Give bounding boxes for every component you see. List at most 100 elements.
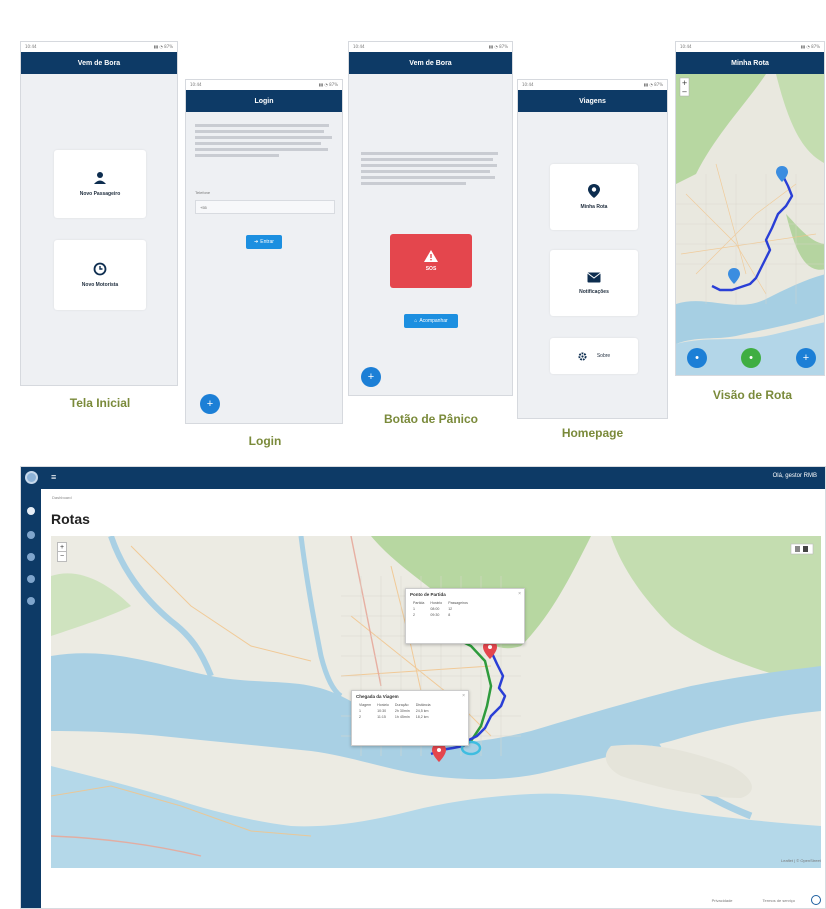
sidebar-item-3-icon[interactable]	[27, 575, 35, 583]
about-card[interactable]: Sobre	[550, 338, 638, 374]
web-dashboard: ≡ Olá, gestor RMB Dashboard Rotas Leafle…	[20, 466, 826, 909]
svg-text:−: −	[682, 88, 688, 96]
login-screen: 10:44 ▮▮ ◔ 87% Login Telefone +55 ➔ Entrar…	[185, 79, 343, 424]
route-right-fab[interactable]: +	[796, 348, 816, 368]
panic-screen: 10:44 ▮▮ ◔ 87% Vem de Bora SOS ⌂ Acompanha…	[348, 41, 513, 396]
login-fab-button[interactable]: +	[200, 394, 220, 414]
routes-map[interactable]: Leaflet | © OpenStreetMap + − Ponto de P…	[51, 536, 821, 868]
panic-caption: Botão de Pânico	[383, 412, 478, 426]
play-icon: •	[749, 352, 753, 364]
phone-input-value: +55	[200, 205, 207, 210]
table-cell: 1h 45min	[394, 715, 410, 719]
page-title: Rotas	[51, 511, 90, 527]
table-cell: 2	[359, 715, 361, 719]
status-bar: 10:44 ▮▮ ◔ 87%	[21, 42, 177, 52]
dashboard-footer: Privacidade Termos de serviço	[712, 898, 795, 903]
about-label: Sobre	[596, 353, 611, 359]
sidebar-item-2-icon[interactable]	[27, 553, 35, 561]
login-button-label: Entrar	[260, 239, 274, 245]
sos-label: SOS	[425, 266, 437, 272]
table-row: 2 09:30 8	[410, 612, 471, 618]
table-cell: 09:30	[430, 613, 440, 617]
panic-app-bar: Vem de Bora	[349, 52, 512, 74]
table-cell: 18,2 km	[415, 715, 429, 719]
login-icon: ➔	[254, 239, 259, 245]
home-app-bar: Viagens	[518, 90, 667, 112]
sidebar-item-4-icon[interactable]	[27, 597, 35, 605]
user-icon	[94, 172, 106, 184]
follow-button[interactable]: ⌂ Acompanhar	[404, 314, 458, 328]
route-center-fab[interactable]: •	[741, 348, 761, 368]
status-bar: 10:44 ▮▮ ◔ 87%	[186, 80, 342, 90]
notifications-label: Notificações	[579, 288, 609, 295]
welcome-app-bar: Vem de Bora	[21, 52, 177, 74]
new-passenger-label: Novo Passageiro	[79, 191, 121, 197]
route-screen: 10:44 ▮▮ ◔ 87% Minha Rota + − • • +	[675, 41, 825, 376]
follow-button-label: Acompanhar	[419, 318, 448, 324]
login-app-bar: Login	[186, 90, 342, 112]
route-left-fab[interactable]: •	[687, 348, 707, 368]
table-cell: 11:15	[377, 715, 386, 719]
login-title: Login	[254, 97, 274, 105]
arrival-table: Viagem Horário Duração Distância 1 10:30…	[356, 702, 434, 720]
welcome-screen: 10:44 ▮▮ ◔ 87% Vem de Bora Novo Passageir…	[20, 41, 178, 386]
home-title: Viagens	[579, 97, 606, 105]
route-map[interactable]: + −	[676, 74, 825, 376]
panic-description	[361, 152, 501, 196]
home-icon[interactable]	[27, 507, 35, 515]
add-icon: +	[367, 371, 375, 383]
clock-icon	[93, 262, 107, 276]
map-zoom-out-button[interactable]: −	[57, 551, 67, 562]
svg-text:Leaflet | © OpenStreetMap: Leaflet | © OpenStreetMap	[781, 858, 821, 863]
follow-icon: ⌂	[414, 318, 418, 324]
arrival-popup: Chegada da Viagem Viagem Horário Duração…	[351, 690, 469, 746]
privacy-link[interactable]: Privacidade	[712, 898, 733, 903]
map-pin-icon	[588, 184, 600, 198]
navigate-icon: •	[695, 352, 699, 364]
route-caption: Visão de Rota	[712, 388, 793, 402]
panic-fab-button[interactable]: +	[361, 367, 381, 387]
route-title: Minha Rota	[731, 59, 769, 67]
table-row: 2 11:15 1h 45min 18,2 km	[356, 714, 434, 720]
table-cell: 8	[448, 613, 451, 617]
add-icon: +	[802, 352, 810, 364]
login-button[interactable]: ➔ Entrar	[246, 235, 282, 249]
my-route-label: Minha Rota	[580, 204, 608, 210]
close-icon[interactable]: ×	[462, 693, 465, 699]
dashboard-sidebar	[21, 489, 41, 908]
status-bar: 10:44 ▮▮ ◔ 87%	[349, 42, 512, 52]
panic-title: Vem de Bora	[409, 59, 452, 67]
user-menu[interactable]: Olá, gestor RMB	[773, 473, 817, 479]
departure-table: Partida Horário Passageiros 1 08:00 12 2…	[410, 600, 471, 618]
svg-text:+: +	[682, 79, 688, 87]
home-caption: Homepage	[561, 426, 624, 440]
logo	[25, 471, 38, 484]
my-route-card[interactable]: Minha Rota	[550, 164, 638, 230]
new-passenger-card[interactable]: Novo Passageiro	[54, 150, 146, 218]
home-screen: 10:44 ▮▮ ◔ 87% Viagens Minha Rota Notific…	[517, 79, 668, 419]
new-driver-label: Novo Motorista	[81, 282, 119, 288]
accessibility-icon[interactable]	[811, 895, 821, 905]
terms-link[interactable]: Termos de serviço	[763, 898, 795, 903]
notifications-card[interactable]: Notificações	[550, 250, 638, 316]
status-bar: 10:44 ▮▮ ◔ 87%	[676, 42, 824, 52]
breadcrumb[interactable]: Dashboard	[52, 495, 72, 500]
departure-popup: Ponto de Partida Partida Horário Passage…	[405, 588, 525, 644]
sidebar-item-1-icon[interactable]	[27, 531, 35, 539]
phone-field-label: Telefone	[195, 190, 211, 195]
envelope-icon	[587, 272, 601, 282]
route-app-bar: Minha Rota	[676, 52, 824, 74]
menu-icon[interactable]: ≡	[51, 472, 56, 482]
departure-popup-title: Ponto de Partida	[410, 592, 446, 597]
table-cell: 2	[413, 613, 415, 617]
phone-input[interactable]: +55	[195, 200, 335, 214]
warning-icon	[424, 250, 438, 262]
welcome-title: Vem de Bora	[77, 59, 121, 67]
login-description	[195, 124, 335, 170]
new-driver-card[interactable]: Novo Motorista	[54, 240, 146, 310]
arrival-popup-title: Chegada da Viagem	[356, 694, 399, 699]
help-icon: +	[206, 398, 214, 410]
close-icon[interactable]: ×	[518, 591, 521, 597]
welcome-caption: Tela Inicial	[69, 396, 131, 410]
sos-button[interactable]: SOS	[390, 234, 472, 288]
